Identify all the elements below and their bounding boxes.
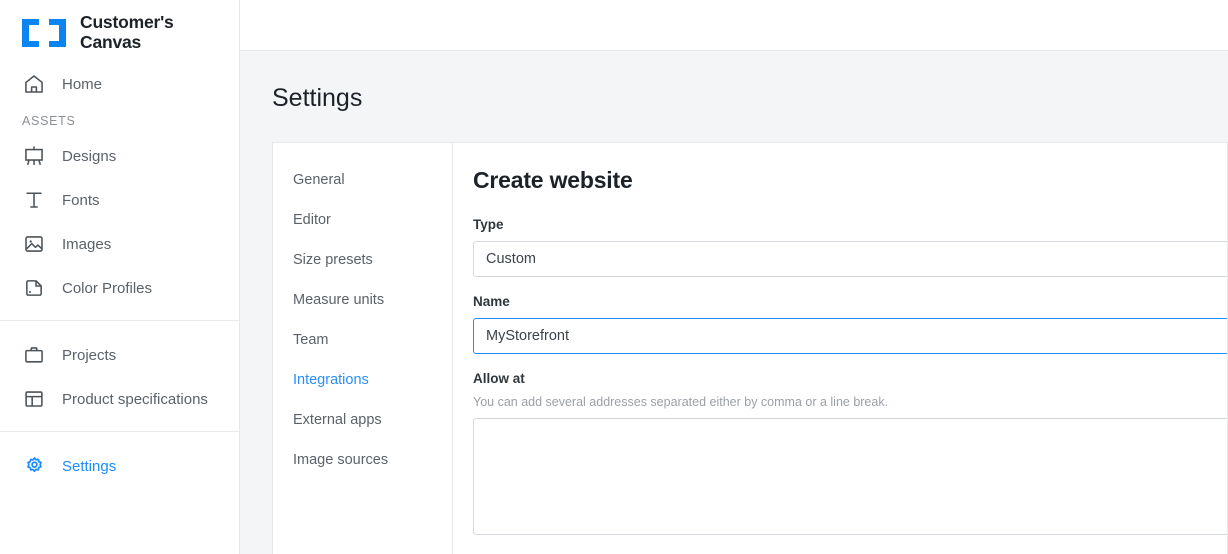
sidebar-item-label: Settings [62,457,117,475]
sidebar-item-label: Images [62,235,112,253]
app-root: Customer's Canvas Home ASSETS Designs Fo… [0,0,1228,554]
brackets-logo-icon [20,17,68,49]
allow-at-textarea[interactable] [473,418,1227,535]
sidebar-item-fonts[interactable]: Fonts [0,178,239,222]
layout-icon [22,387,46,411]
image-icon [22,232,46,256]
subnav-item-general[interactable]: General [273,160,452,200]
sidebar-item-designs[interactable]: Designs [0,134,239,178]
field-label-name: Name [473,294,510,309]
sidebar-item-label: Product specifications [62,390,208,408]
brand-name-line2: Canvas [80,31,142,52]
field-label-type: Type [473,217,504,232]
name-input[interactable]: MyStorefront [473,318,1227,354]
field-label-allow-at: Allow at [473,371,525,386]
subnav-item-image-sources[interactable]: Image sources [273,440,452,480]
subnav-item-size-presets[interactable]: Size presets [273,240,452,280]
main-region: Settings General Editor Size presets Mea… [240,0,1228,554]
field-name: Name MyStorefront [473,294,1227,354]
field-hint-allow-at: You can add several addresses separated … [473,395,889,409]
sidebar-item-product-specifications[interactable]: Product specifications [0,377,239,421]
sidebar-item-label: Home [62,75,103,93]
settings-card: General Editor Size presets Measure unit… [272,142,1228,554]
subnav-item-integrations[interactable]: Integrations [273,360,452,400]
brand-name: Customer's Canvas [80,11,174,52]
field-allow-at: Allow at You can add several addresses s… [473,371,1227,535]
create-website-form: Create website Type Custom Name MyStoref… [453,143,1227,554]
sidebar-group-label-assets: ASSETS [22,114,76,128]
type-select[interactable]: Custom [473,241,1227,277]
subnav-item-external-apps[interactable]: External apps [273,400,452,440]
sidebar-item-label: Color Profiles [62,279,153,297]
sidebar-item-color-profiles[interactable]: Color Profiles [0,266,239,310]
sidebar-item-projects[interactable]: Projects [0,333,239,377]
field-type: Type Custom [473,217,1227,277]
home-icon [22,72,46,96]
easel-icon [22,144,46,168]
sidebar-footer-group: Settings [0,432,239,488]
sidebar-item-home[interactable]: Home [0,62,239,106]
content-area: Settings General Editor Size presets Mea… [240,51,1228,554]
sidebar-item-settings[interactable]: Settings [0,444,239,488]
sidebar-item-label: Fonts [62,191,100,209]
sidebar: Customer's Canvas Home ASSETS Designs Fo… [0,0,240,554]
brand-name-line1: Customer's [80,11,174,32]
gear-icon [22,454,46,478]
subnav-item-team[interactable]: Team [273,320,452,360]
sidebar-item-label: Designs [62,147,117,165]
briefcase-icon [22,343,46,367]
sidebar-projects-group: Projects Product specifications [0,321,239,421]
brand-logo[interactable]: Customer's Canvas [0,0,239,52]
sidebar-assets-group: Designs Fonts Images Color Profiles [0,134,239,310]
settings-subnav: General Editor Size presets Measure unit… [273,143,453,554]
top-bar [240,0,1228,51]
sidebar-item-label: Projects [62,346,117,364]
subnav-item-editor[interactable]: Editor [273,200,452,240]
text-t-icon [22,188,46,212]
page-title: Settings [272,84,363,112]
sidebar-primary-group: Home [0,52,239,106]
form-heading: Create website [473,167,633,193]
sidebar-item-images[interactable]: Images [0,222,239,266]
subnav-item-measure-units[interactable]: Measure units [273,280,452,320]
color-profile-icon [22,276,46,300]
